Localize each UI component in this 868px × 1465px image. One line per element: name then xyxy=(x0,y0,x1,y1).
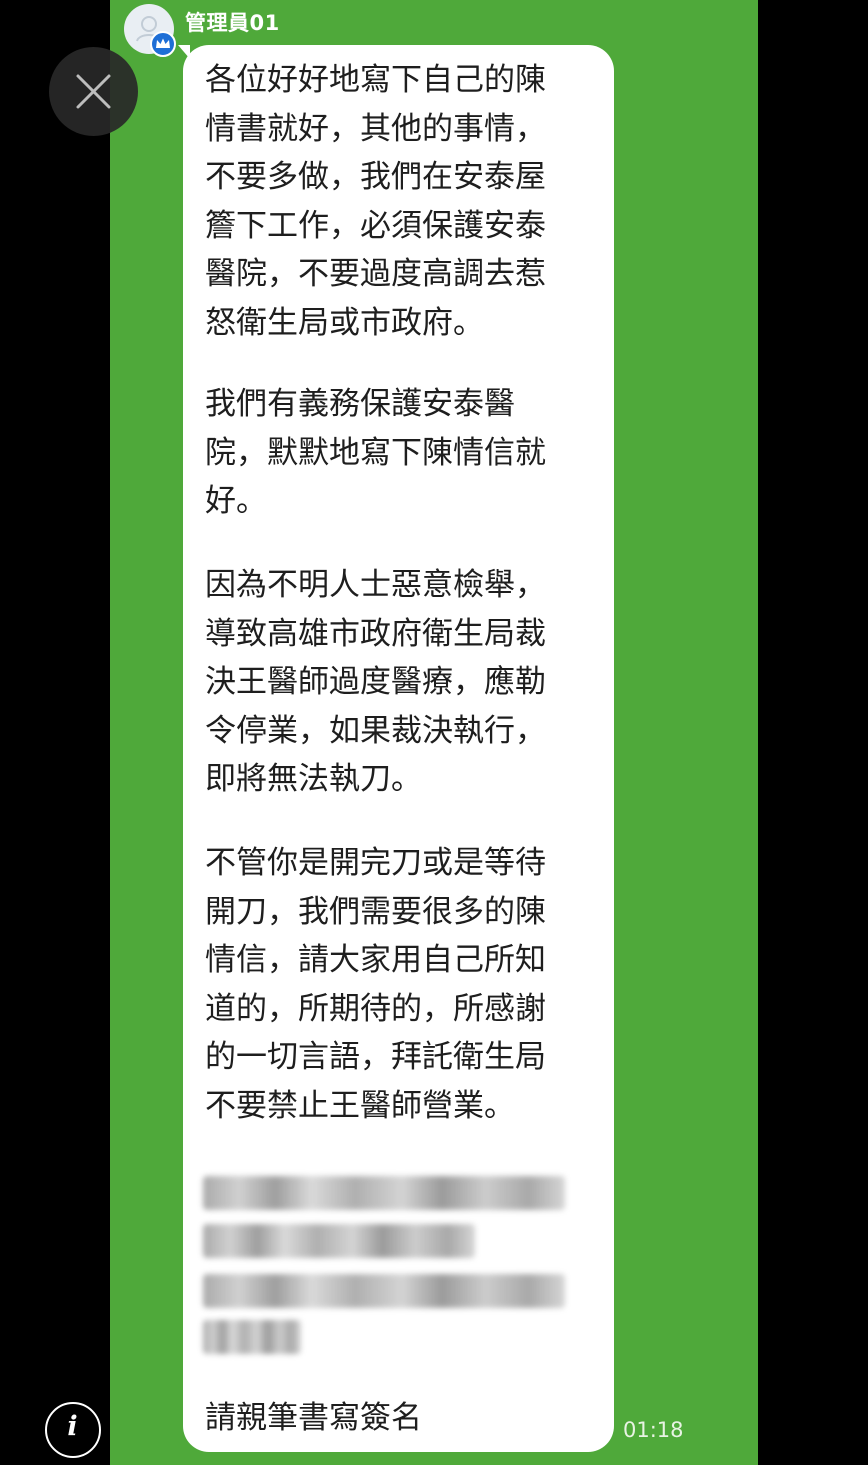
message-paragraph-2: 我們有義務保護安泰醫 院，默默地寫下陳情信就 好。 xyxy=(205,386,546,519)
message-timestamp: 01:18 xyxy=(623,1418,684,1442)
blurred-line xyxy=(203,1320,301,1354)
close-icon xyxy=(76,74,111,109)
close-button[interactable] xyxy=(49,47,138,136)
info-icon: i xyxy=(67,1411,78,1442)
message-paragraph-4: 不管你是開完刀或是等待 開刀，我們需要很多的陳 情信，請大家用自己所知 道的，所… xyxy=(205,845,546,1124)
blurred-line xyxy=(203,1176,565,1210)
closing-line: 請親筆書寫簽名 xyxy=(205,1400,422,1436)
sender-name[interactable]: 管理員01 xyxy=(185,7,280,37)
image-viewer: 管理員01 各位好好地寫下自己的陳 情書就好，其他的事情， 不要多做，我們在安泰… xyxy=(0,0,868,1465)
message-paragraph-3: 因為不明人士惡意檢舉， 導致高雄市政府衛生局裁 決王醫師過度醫療，應勒 令停業，… xyxy=(205,567,546,797)
message-paragraph-1: 各位好好地寫下自己的陳 情書就好，其他的事情， 不要多做，我們在安泰屋 簷下工作… xyxy=(205,62,546,341)
blurred-address-block xyxy=(203,1170,568,1360)
admin-badge xyxy=(150,31,176,57)
blurred-line xyxy=(203,1274,565,1308)
blurred-line xyxy=(203,1224,475,1258)
crown-badge-icon xyxy=(156,38,170,48)
info-button[interactable]: i xyxy=(45,1402,101,1458)
